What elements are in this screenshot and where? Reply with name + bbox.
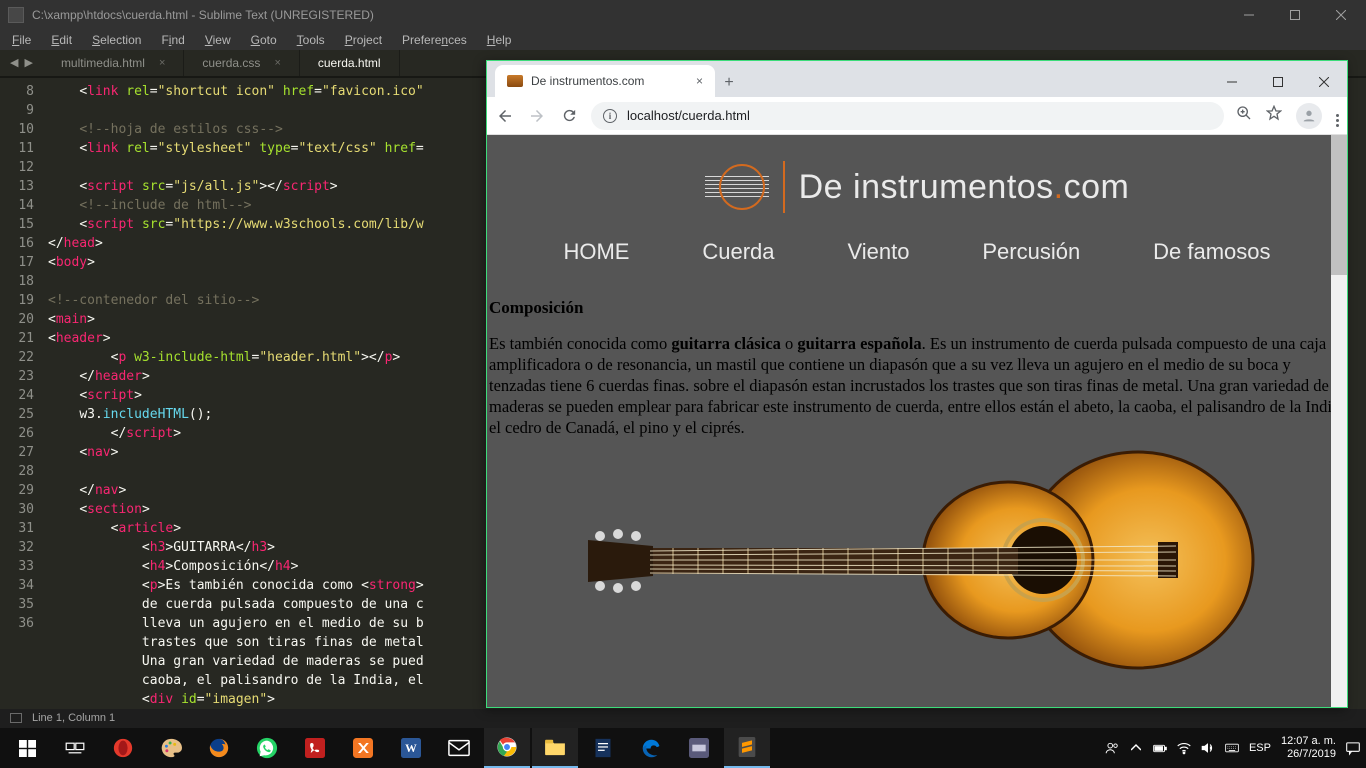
favicon-icon xyxy=(507,75,523,87)
taskbar-notes[interactable] xyxy=(580,728,626,768)
line-gutter: 8910111213141516171819202122232425262728… xyxy=(0,78,48,709)
taskbar-paint[interactable] xyxy=(148,728,194,768)
taskbar-whatsapp[interactable] xyxy=(244,728,290,768)
tab-label: multimedia.html xyxy=(61,56,145,70)
close-icon[interactable]: × xyxy=(696,74,703,88)
logo-icon xyxy=(705,163,769,211)
menu-project[interactable]: Project xyxy=(337,31,390,49)
keyboard-icon[interactable] xyxy=(1225,741,1239,755)
nav-famosos[interactable]: De famosos xyxy=(1153,239,1270,265)
taskbar-opera[interactable] xyxy=(100,728,146,768)
menu-view[interactable]: View xyxy=(197,31,239,49)
chrome-toolbar: i localhost/cuerda.html xyxy=(487,97,1347,135)
people-icon[interactable] xyxy=(1105,741,1119,755)
menu-goto[interactable]: Goto xyxy=(243,31,285,49)
tab-label: cuerda.css xyxy=(202,56,260,70)
article-content: Composición Es también conocida como gui… xyxy=(487,297,1347,670)
svg-text:W: W xyxy=(405,742,417,755)
site-nav: HOME Cuerda Viento Percusión De famosos xyxy=(487,229,1347,275)
guitar-image xyxy=(489,450,1347,670)
vertical-scrollbar[interactable] xyxy=(1331,135,1347,707)
close-icon[interactable]: × xyxy=(159,57,165,69)
chrome-tabstrip: De instrumentos.com × + xyxy=(487,61,1347,97)
tray-expand-icon[interactable] xyxy=(1129,741,1143,755)
bookmark-star-icon[interactable] xyxy=(1266,105,1282,126)
task-view-button[interactable] xyxy=(52,728,98,768)
nav-cuerda[interactable]: Cuerda xyxy=(702,239,774,265)
taskbar-firefox[interactable] xyxy=(196,728,242,768)
nav-home[interactable]: HOME xyxy=(563,239,629,265)
taskbar-app-generic[interactable] xyxy=(676,728,722,768)
nav-viento[interactable]: Viento xyxy=(847,239,909,265)
page-viewport: De instrumentos.com HOME Cuerda Viento P… xyxy=(487,135,1347,707)
taskbar-acrobat[interactable] xyxy=(292,728,338,768)
tab-cuerda-css[interactable]: cuerda.css × xyxy=(184,50,299,76)
taskbar-edge[interactable] xyxy=(628,728,674,768)
browser-tab[interactable]: De instrumentos.com × xyxy=(495,65,715,97)
sublime-title: C:\xampp\htdocs\cuerda.html - Sublime Te… xyxy=(32,8,374,22)
status-position: Line 1, Column 1 xyxy=(32,712,115,724)
menu-help[interactable]: Help xyxy=(479,31,520,49)
profile-avatar-icon[interactable] xyxy=(1296,103,1322,129)
url-text: localhost/cuerda.html xyxy=(627,108,750,123)
chrome-close-button[interactable] xyxy=(1301,67,1347,97)
chrome-menu-button[interactable] xyxy=(1336,104,1339,127)
taskbar-explorer[interactable] xyxy=(532,728,578,768)
site-info-icon[interactable]: i xyxy=(603,109,617,123)
article-subtitle: Composición xyxy=(489,297,1347,319)
menu-selection[interactable]: Selection xyxy=(84,31,149,49)
tab-cuerda-html[interactable]: cuerda.html xyxy=(300,50,400,76)
reload-button[interactable] xyxy=(559,106,579,126)
sublime-status-bar: Line 1, Column 1 xyxy=(0,709,1366,729)
logo-text: De instrumentos.com xyxy=(799,168,1130,207)
chrome-minimize-button[interactable] xyxy=(1209,67,1255,97)
windows-taskbar: W ESP 12:07 a. m. 26/7/2019 xyxy=(0,728,1366,768)
clock-time: 12:07 a. m. xyxy=(1281,735,1336,748)
zoom-icon[interactable] xyxy=(1236,105,1252,126)
nav-percusion[interactable]: Percusión xyxy=(982,239,1080,265)
menu-edit[interactable]: Edit xyxy=(43,31,80,49)
battery-icon[interactable] xyxy=(1153,741,1167,755)
menu-find[interactable]: Find xyxy=(153,31,192,49)
minimize-button[interactable] xyxy=(1226,0,1272,30)
article-paragraph: Es también conocida como guitarra clásic… xyxy=(489,333,1347,439)
input-language[interactable]: ESP xyxy=(1249,742,1271,754)
forward-button[interactable] xyxy=(527,106,547,126)
back-button[interactable] xyxy=(495,106,515,126)
sidebar-toggle-icon[interactable] xyxy=(10,713,22,723)
menu-tools[interactable]: Tools xyxy=(289,31,333,49)
chrome-maximize-button[interactable] xyxy=(1255,67,1301,97)
site-header: De instrumentos.com HOME Cuerda Viento P… xyxy=(487,135,1347,289)
action-center-icon[interactable] xyxy=(1346,741,1360,755)
tab-multimedia[interactable]: multimedia.html × xyxy=(43,50,184,76)
taskbar-chrome[interactable] xyxy=(484,728,530,768)
close-button[interactable] xyxy=(1318,0,1364,30)
taskbar-word[interactable]: W xyxy=(388,728,434,768)
sublime-title-bar: C:\xampp\htdocs\cuerda.html - Sublime Te… xyxy=(0,0,1366,30)
clock-date: 26/7/2019 xyxy=(1281,748,1336,761)
start-button[interactable] xyxy=(4,728,50,768)
maximize-button[interactable] xyxy=(1272,0,1318,30)
address-bar[interactable]: i localhost/cuerda.html xyxy=(591,102,1224,130)
tab-nav-left-icon[interactable]: ◀ xyxy=(10,56,18,69)
menu-file[interactable]: File xyxy=(4,31,39,49)
taskbar-sublime[interactable] xyxy=(724,728,770,768)
tab-nav-right-icon[interactable]: ▶ xyxy=(24,56,32,69)
tab-title: De instrumentos.com xyxy=(531,74,644,88)
wifi-icon[interactable] xyxy=(1177,741,1191,755)
sublime-app-icon xyxy=(8,7,24,23)
taskbar-clock[interactable]: 12:07 a. m. 26/7/2019 xyxy=(1281,735,1336,761)
taskbar-xampp[interactable] xyxy=(340,728,386,768)
new-tab-button[interactable]: + xyxy=(715,69,743,97)
taskbar-mail[interactable] xyxy=(436,728,482,768)
close-icon[interactable]: × xyxy=(274,57,280,69)
tab-label: cuerda.html xyxy=(318,56,381,70)
volume-icon[interactable] xyxy=(1201,741,1215,755)
chrome-window: De instrumentos.com × + i localhost/cuer… xyxy=(486,60,1348,708)
menu-preferences[interactable]: Preferences xyxy=(394,31,475,49)
sublime-menubar: File Edit Selection Find View Goto Tools… xyxy=(0,30,1366,50)
